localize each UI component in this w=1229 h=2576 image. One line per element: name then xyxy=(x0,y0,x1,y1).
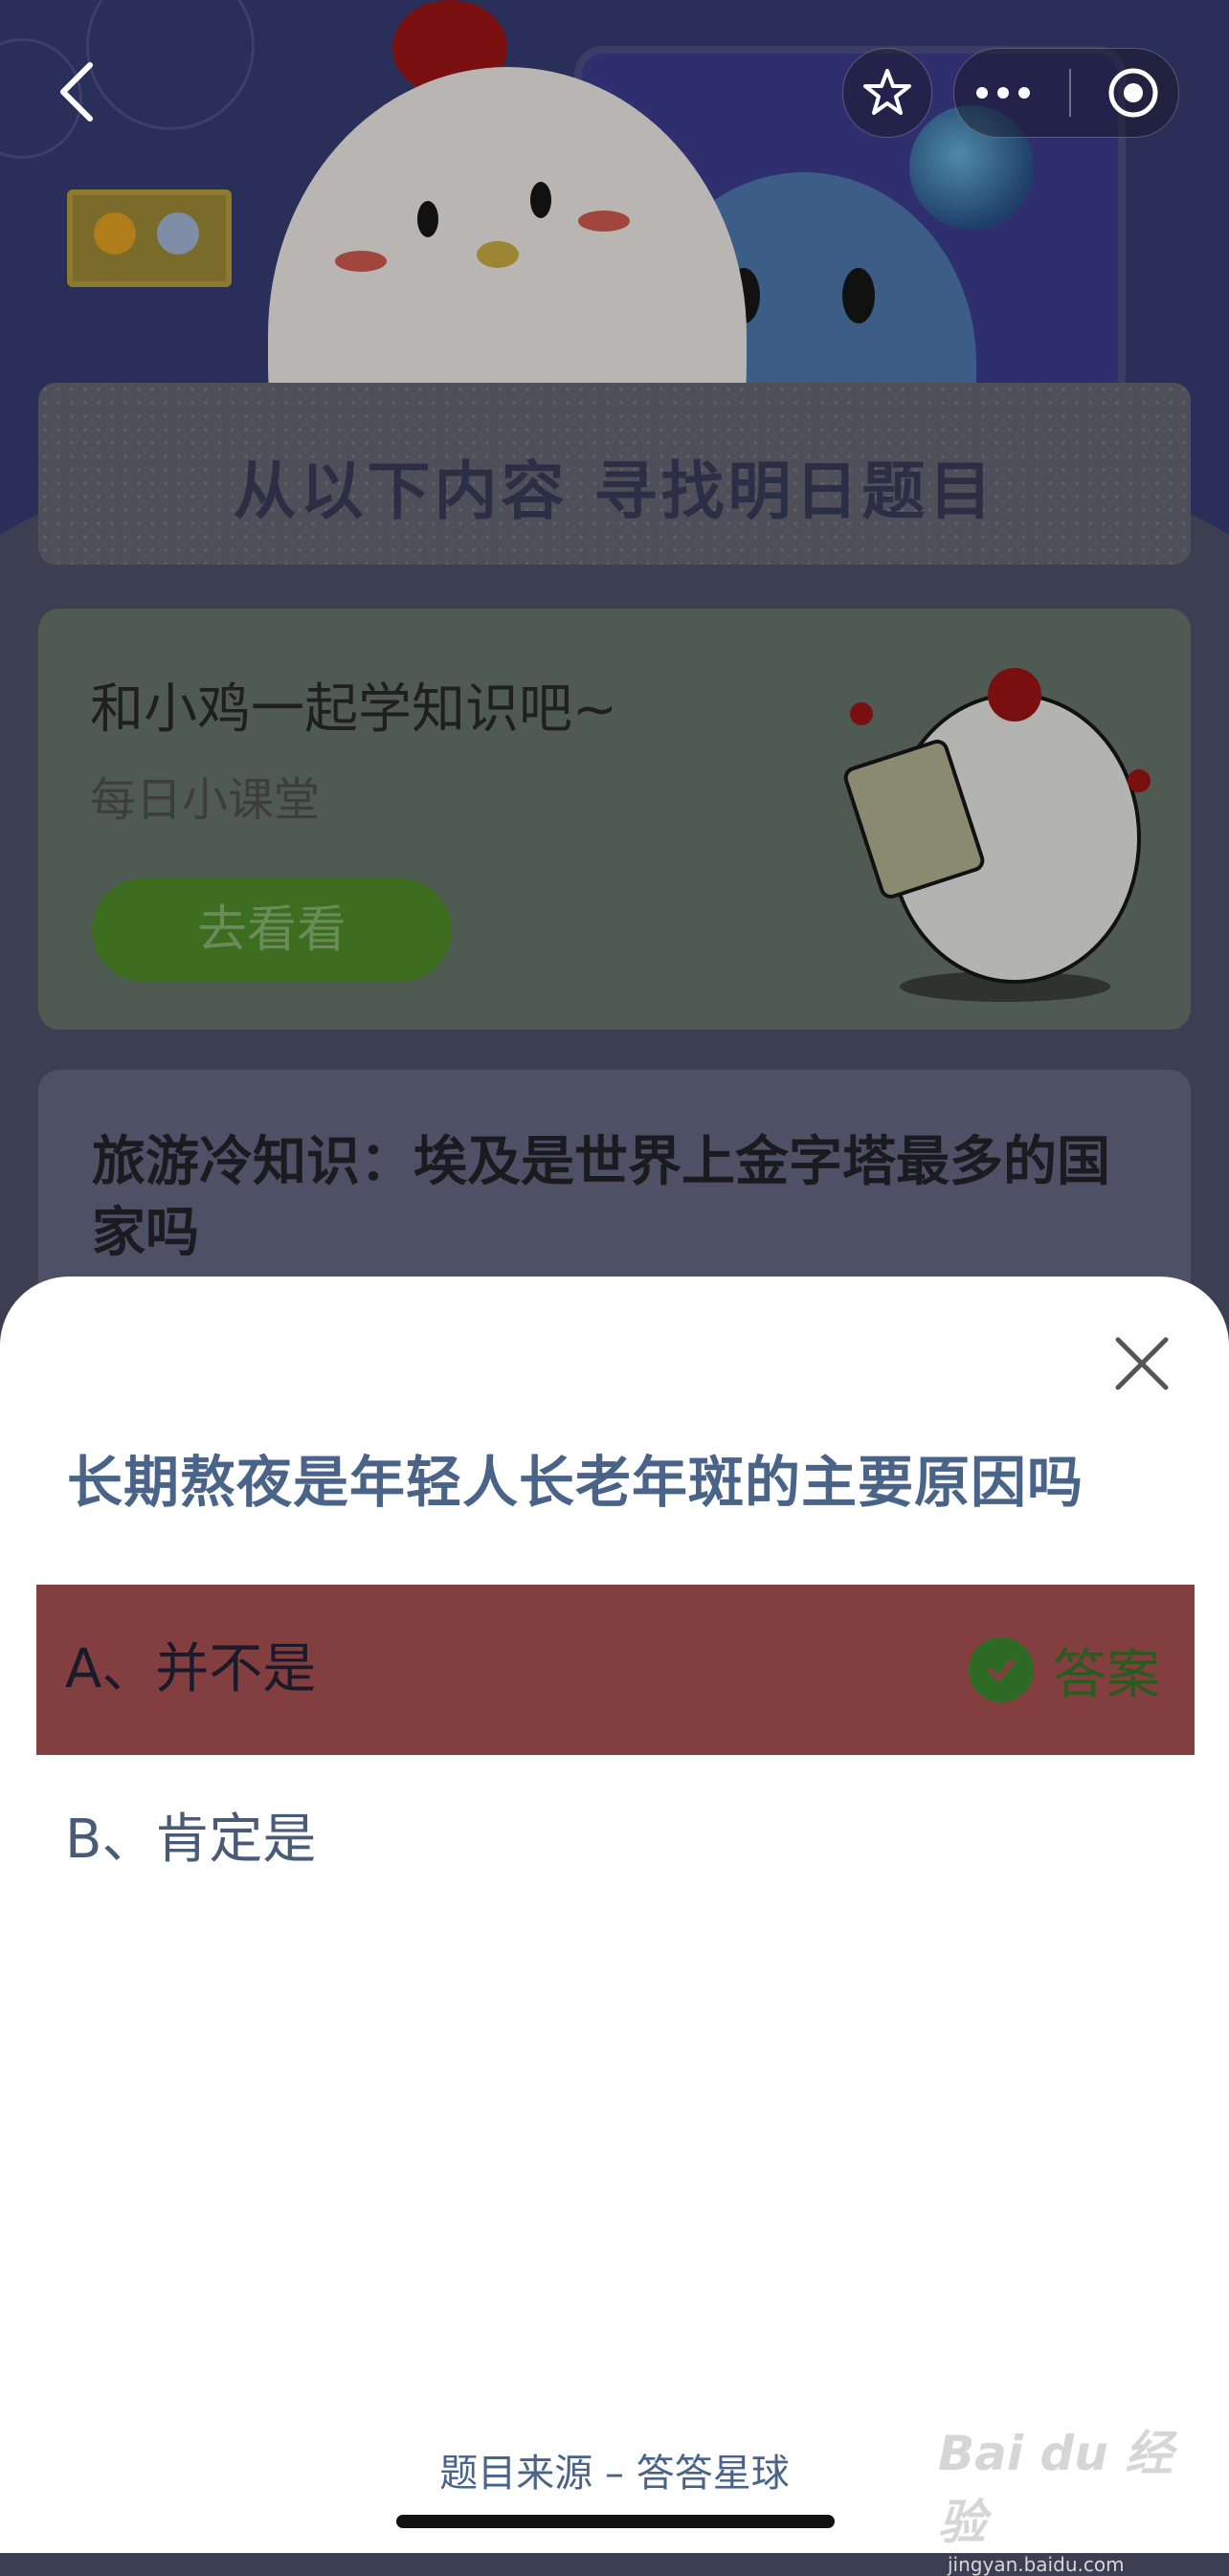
chicken-cheek xyxy=(578,211,630,232)
card-subtitle: 每日小课堂 xyxy=(90,773,321,827)
chicken-reading-illustration xyxy=(843,668,1151,1002)
chicken-eye xyxy=(417,201,438,237)
option-a-text: A、并不是 xyxy=(65,1638,317,1700)
check-circle-icon xyxy=(969,1637,1034,1702)
record-circle-icon[interactable] xyxy=(1106,66,1160,120)
daily-class-card[interactable]: 和小鸡一起学知识吧~ 每日小课堂 去看看 xyxy=(38,609,1191,1030)
option-a[interactable]: A、并不是 答案 xyxy=(36,1585,1195,1755)
close-button[interactable] xyxy=(1108,1330,1175,1397)
section-banner: 从以下内容 寻找明日题目 xyxy=(38,383,1191,565)
banner-title: 从以下内容 寻找明日题目 xyxy=(233,455,996,528)
card-title: 和小鸡一起学知识吧~ xyxy=(90,678,617,741)
answer-label: 答案 xyxy=(1053,1643,1160,1706)
chicken-beak xyxy=(477,241,519,268)
medal-board xyxy=(67,189,232,287)
gold-medal-icon xyxy=(94,212,136,255)
capsule-menu xyxy=(953,48,1179,138)
go-see-button[interactable]: 去看看 xyxy=(92,878,452,982)
close-icon xyxy=(1115,1337,1169,1390)
baidu-jingyan-watermark: Bai du 经验 jingyan.baidu.com xyxy=(938,2415,1187,2576)
decor-circle xyxy=(86,0,255,130)
favorite-button[interactable] xyxy=(842,48,932,138)
answer-badge: 答案 xyxy=(969,1585,1160,1755)
silver-medal-icon xyxy=(157,212,199,255)
chicken-eye xyxy=(530,182,551,218)
question-text: 长期熬夜是年轻人长老年斑的主要原因吗 xyxy=(67,1450,1084,1515)
mini-program-capsule xyxy=(842,48,1179,138)
card-title: 旅游冷知识：埃及是世界上金字塔最多的国家吗 xyxy=(92,1131,1110,1264)
home-indicator xyxy=(396,2515,835,2528)
more-dots-icon[interactable] xyxy=(972,83,1034,102)
option-b-text: B、肯定是 xyxy=(65,1809,317,1871)
option-b[interactable]: B、肯定是 xyxy=(36,1755,1195,1925)
chevron-left-icon xyxy=(60,62,93,122)
capsule-divider xyxy=(1068,69,1071,117)
chicken-cheek xyxy=(335,251,387,272)
back-button[interactable] xyxy=(50,57,107,126)
star-icon xyxy=(863,69,911,115)
watermark-brand: Bai du 经验 xyxy=(938,2426,1173,2550)
watermark-url: jingyan.baidu.com xyxy=(948,2553,1125,2576)
alien-eye xyxy=(842,268,875,323)
answer-bottom-sheet: 长期熬夜是年轻人长老年斑的主要原因吗 A、并不是 答案 B、肯定是 题目来源 –… xyxy=(0,1277,1229,2576)
